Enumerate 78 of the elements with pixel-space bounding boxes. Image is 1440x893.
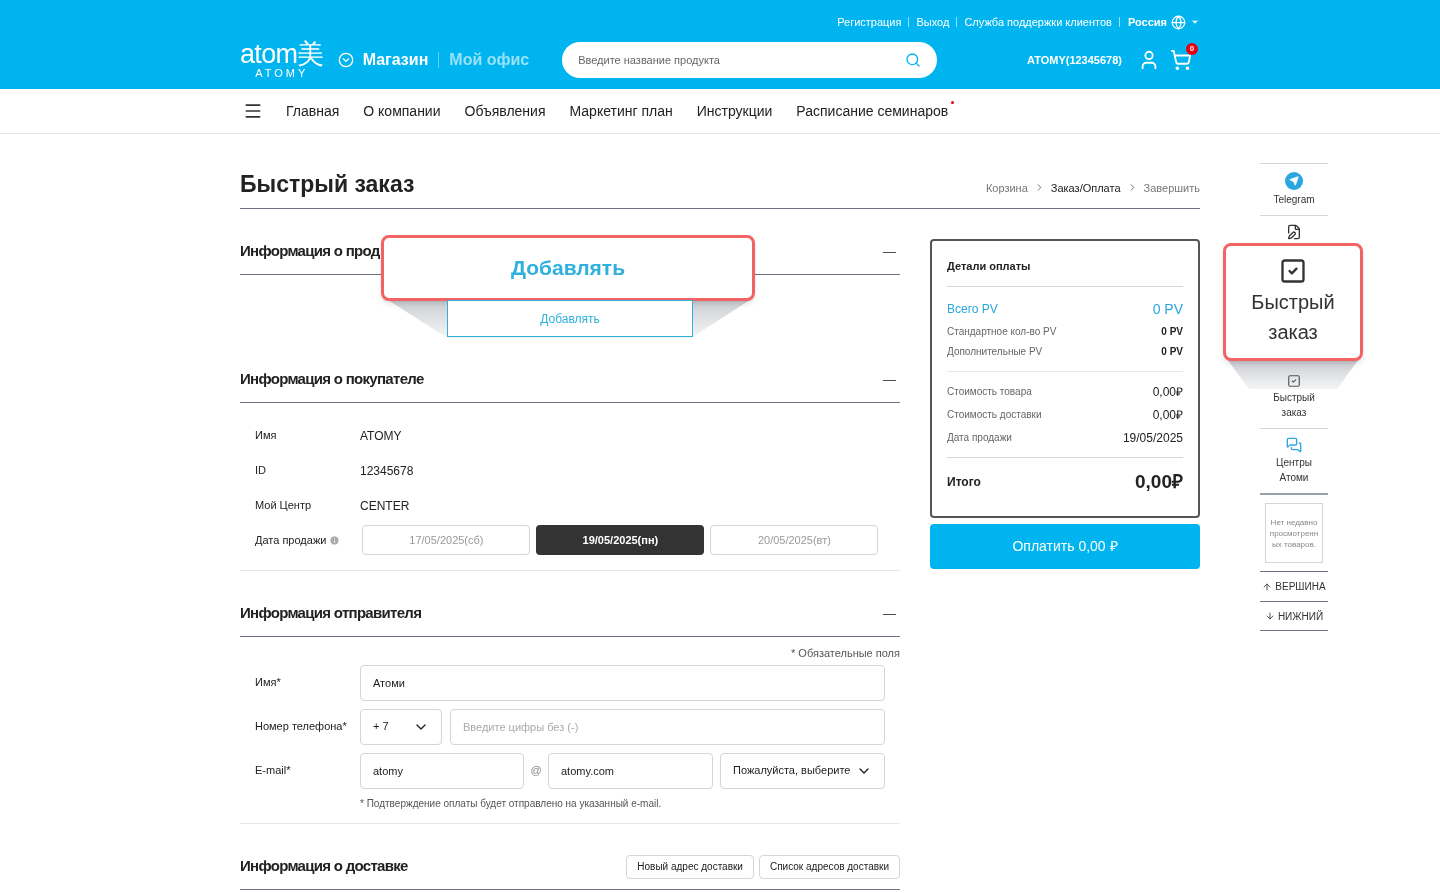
field-label: Мой Центр <box>255 498 313 514</box>
cost-value: 0,00₽ <box>1152 406 1183 424</box>
menu-icon[interactable] <box>243 101 263 121</box>
field-label: Дата продажи <box>255 532 327 548</box>
pv-value: 0 PV <box>1152 299 1183 319</box>
cart-count-badge: 0 <box>1186 43 1198 55</box>
cart-icon[interactable] <box>1170 49 1192 71</box>
field-label: ID <box>255 463 267 479</box>
field-label: Имя* <box>255 675 282 691</box>
globe-icon <box>1171 14 1186 30</box>
breadcrumb-step: Корзина <box>985 179 1028 196</box>
collapse-toggle[interactable]: — <box>883 241 900 262</box>
search-icon[interactable] <box>905 52 922 68</box>
field-value: 12345678 <box>360 462 414 480</box>
quick-menu-label[interactable]: Центры Атоми <box>1269 455 1319 485</box>
collapse-toggle[interactable]: — <box>883 369 900 390</box>
field-value: CENTER <box>360 497 410 515</box>
country-code-select[interactable]: + 7 <box>360 708 442 745</box>
scroll-bottom-button[interactable]: НИЖНИЙ <box>1260 601 1328 631</box>
arrow-up-icon <box>1262 581 1273 592</box>
caret-icon <box>1190 17 1200 27</box>
field-label: E-mail* <box>255 763 292 779</box>
search-field[interactable]: Введите название продукта <box>562 42 938 78</box>
card-title: Детали оплаты <box>947 259 1031 275</box>
chevron-circle-icon[interactable] <box>337 52 354 68</box>
total-value: 0,00₽ <box>1135 469 1183 494</box>
nav-link[interactable]: Расписание семинаров <box>796 100 955 122</box>
email-domain-input[interactable]: atomy.com <box>548 752 713 789</box>
breadcrumb-step: Завершить <box>1143 179 1200 196</box>
section-title: Информация о покупателе <box>240 369 424 390</box>
nav-link[interactable]: Объявления <box>464 100 546 122</box>
scroll-top-button[interactable]: ВЕРШИНА <box>1260 571 1328 601</box>
checkbox-icon <box>1279 257 1307 285</box>
domain-select[interactable]: Пожалуйста, выберите <box>720 752 885 789</box>
recent-products-box: Нет недавно просмотренных товаров. <box>1265 503 1323 563</box>
pv-value: 0 PV <box>1161 324 1183 339</box>
breadcrumb-step: Заказ/Оплата <box>1050 179 1121 196</box>
total-label: Итого <box>947 474 981 491</box>
quick-menu-label[interactable]: Быстрый заказ <box>1269 390 1319 420</box>
arrow-down-icon <box>1264 611 1275 621</box>
magnified-callout: Быстрый заказ <box>1223 243 1363 361</box>
pv-label: Дополнительные PV <box>947 344 1043 359</box>
email-user-input[interactable]: atomy <box>360 752 524 789</box>
telegram-icon <box>1285 172 1303 190</box>
field-value: ATOMY <box>360 427 402 445</box>
pv-label: Всего PV <box>947 301 998 318</box>
nav-link[interactable]: О компании <box>363 100 441 122</box>
email-note: * Подтверждение оплаты будет отправлено на указанный e-mail. <box>360 797 662 809</box>
cost-label: Стоимость товара <box>947 385 1032 399</box>
phone-input[interactable]: Введите цифры без (-) <box>450 708 885 745</box>
page-title: Быстрый заказ <box>240 173 415 196</box>
cost-label: Дата продажи <box>947 431 1012 445</box>
section-title: Информация отправителя <box>240 603 422 624</box>
cost-value: 19/05/2025 <box>1122 429 1183 447</box>
magnified-callout: Добавлять <box>381 235 755 301</box>
section-title: Информация о прод <box>240 241 380 262</box>
quick-menu-label[interactable]: Telegram <box>1269 192 1319 207</box>
pv-label: Стандартное кол-во PV <box>947 324 1057 339</box>
name-input[interactable]: Атоми <box>360 664 885 701</box>
nav-link[interactable]: Маркетинг план <box>569 100 673 122</box>
required-note: * Обязательные поля <box>791 646 900 661</box>
date-option[interactable]: 19/05/2025(пн) <box>536 525 705 555</box>
cost-label: Стоимость доставки <box>947 408 1042 422</box>
address-button[interactable]: Новый адрес доставки <box>626 854 754 879</box>
field-label: Имя <box>255 428 278 444</box>
field-label: Номер телефона* <box>255 719 348 735</box>
nav-link[interactable]: Инструкции <box>696 100 773 122</box>
nav-link[interactable]: Главная <box>286 100 340 122</box>
note-icon <box>1286 224 1302 240</box>
collapse-toggle[interactable]: — <box>883 603 900 624</box>
section-title: Информация о доставке <box>240 856 408 877</box>
pv-value: 0 PV <box>1161 344 1183 359</box>
cost-value: 0,00₽ <box>1152 383 1183 401</box>
chat-bubbles-icon <box>1286 437 1302 453</box>
checkbox-icon <box>1287 374 1301 388</box>
info-icon[interactable] <box>329 534 341 546</box>
address-button[interactable]: Список адресов доставки <box>758 854 900 879</box>
at-sign: @ <box>529 763 543 779</box>
